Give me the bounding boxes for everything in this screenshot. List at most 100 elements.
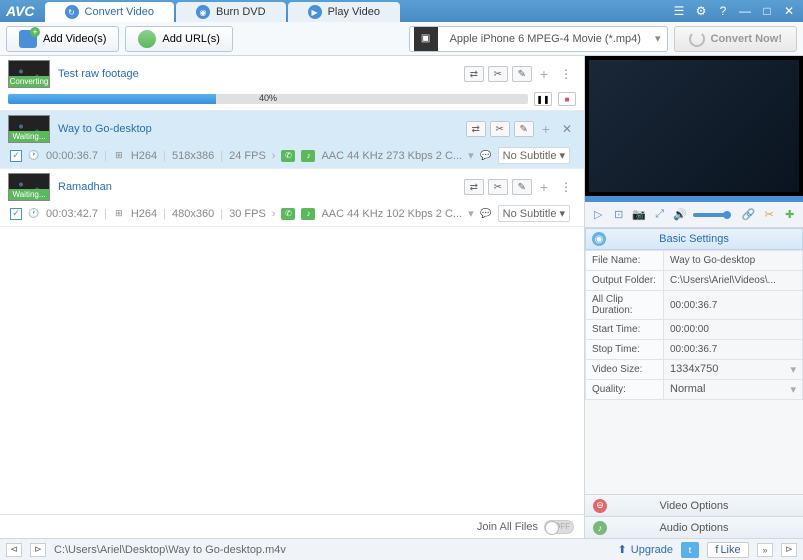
phone-icon: ✆	[281, 150, 295, 162]
main-tabs: ↻ Convert Video ◉ Burn DVD ▶ Play Video	[45, 0, 671, 22]
next-button[interactable]: ⊳	[30, 543, 46, 557]
cut-icon[interactable]: ✂	[488, 66, 508, 82]
expand-icon[interactable]: ⤢	[652, 207, 666, 223]
cut-icon[interactable]: ✂	[488, 179, 508, 195]
prev-button[interactable]: ⊲	[6, 543, 22, 557]
collapse-button[interactable]: »	[757, 543, 773, 557]
convert-now-button[interactable]: Convert Now!	[674, 26, 798, 52]
file-item[interactable]: Waiting... Ramadhan ⇄ ✂ ✎ + ⋮ ✓ 🕐 00:03:…	[0, 169, 584, 227]
wand-icon[interactable]: ✎	[512, 179, 532, 195]
window-controls: ☰ ⚙ ? — □ ✕	[671, 4, 797, 18]
add-video-icon	[19, 30, 37, 48]
facebook-like-button[interactable]: f Like	[707, 542, 749, 558]
label: File Name:	[586, 251, 664, 271]
wand-icon[interactable]: ✎	[514, 121, 534, 137]
pause-button[interactable]: ❚❚	[534, 92, 552, 106]
label: Audio Options	[659, 522, 728, 534]
resolution: 518x386	[172, 150, 214, 162]
twitter-button[interactable]: t	[681, 542, 699, 558]
button-label: Add URL(s)	[162, 33, 219, 45]
output-folder-input[interactable]	[670, 275, 796, 286]
swap-icon[interactable]: ⇄	[466, 121, 486, 137]
duration: 00:03:42.7	[46, 208, 98, 220]
resolution: 480x360	[172, 208, 214, 220]
swap-icon[interactable]: ⇄	[464, 66, 484, 82]
subtitle-selector[interactable]: No Subtitle ▾	[498, 205, 570, 222]
profile-label: Apple iPhone 6 MPEG-4 Movie (*.mp4)	[442, 33, 649, 45]
remove-icon[interactable]: ⋮	[556, 67, 576, 81]
tab-label: Convert Video	[85, 6, 155, 18]
file-item[interactable]: Waiting... Way to Go-desktop ⇄ ✂ ✎ + ✕ ✓…	[0, 111, 584, 169]
disc-icon: ◉	[196, 5, 210, 19]
basic-settings-header[interactable]: ◉ Basic Settings	[585, 228, 803, 250]
add-icon[interactable]: +	[536, 179, 552, 195]
phone-icon: ✆	[281, 208, 295, 220]
output-profile-selector[interactable]: ▣ Apple iPhone 6 MPEG-4 Movie (*.mp4) ▾	[409, 26, 668, 52]
tab-convert-video[interactable]: ↻ Convert Video	[45, 2, 175, 22]
play-icon: ▶	[308, 5, 322, 19]
label: Output Folder:	[586, 271, 664, 291]
tab-burn-dvd[interactable]: ◉ Burn DVD	[176, 2, 286, 22]
stop-button[interactable]: ⊡	[611, 207, 625, 223]
play-button[interactable]: ▷	[591, 207, 605, 223]
clock-icon: 🕐	[28, 150, 40, 162]
subtitle-selector[interactable]: No Subtitle ▾	[498, 147, 570, 164]
settings-table: File Name: Output Folder: All Clip Durat…	[585, 250, 803, 400]
add-videos-button[interactable]: Add Video(s)	[6, 26, 119, 52]
snapshot-icon[interactable]: 📷	[632, 207, 646, 223]
remove-icon[interactable]: ✕	[558, 122, 576, 136]
expand-button[interactable]: ⊳	[781, 543, 797, 557]
tab-play-video[interactable]: ▶ Play Video	[288, 2, 400, 22]
join-files-row: Join All Files OFF	[0, 514, 584, 538]
file-item[interactable]: Converting Test raw footage ⇄ ✂ ✎ + ⋮ 40…	[0, 56, 584, 111]
help-icon[interactable]: ?	[715, 4, 731, 18]
globe-icon: ◉	[592, 232, 606, 246]
quality-select[interactable]: Normal▾	[664, 380, 803, 400]
start-time-input[interactable]	[670, 324, 796, 335]
wand-icon[interactable]: ✎	[512, 66, 532, 82]
checkbox[interactable]: ✓	[10, 150, 22, 162]
duration: 00:00:36.7	[46, 150, 98, 162]
label: Quality:	[586, 380, 664, 400]
link-icon[interactable]: 🔗	[742, 207, 756, 223]
maximize-button[interactable]: □	[759, 4, 775, 18]
swap-icon[interactable]: ⇄	[464, 179, 484, 195]
progress-bar: 40%	[8, 94, 528, 104]
clip-duration: 00:00:36.7	[664, 291, 803, 320]
join-toggle[interactable]: OFF	[544, 520, 574, 534]
file-list-panel: Converting Test raw footage ⇄ ✂ ✎ + ⋮ 40…	[0, 56, 585, 538]
video-size-select[interactable]: 1334x750▾	[664, 360, 803, 380]
stop-time-input[interactable]	[670, 344, 796, 355]
volume-slider[interactable]	[693, 213, 729, 217]
label: Stop Time:	[586, 340, 664, 360]
subtitle-icon: 💬	[480, 150, 492, 162]
close-button[interactable]: ✕	[781, 4, 797, 18]
scissors-icon[interactable]: ✂	[762, 207, 776, 223]
checkbox[interactable]: ✓	[10, 208, 22, 220]
menu-icon[interactable]: ☰	[671, 4, 687, 18]
volume-icon[interactable]: 🔊	[673, 207, 687, 223]
cut-icon[interactable]: ✂	[490, 121, 510, 137]
add-icon[interactable]: +	[536, 66, 552, 82]
stop-button[interactable]: ■	[558, 92, 576, 106]
gear-icon[interactable]: ⚙	[693, 4, 709, 18]
audio-info: AAC 44 KHz 102 Kbps 2 C...	[321, 208, 462, 220]
crop-icon[interactable]: ✚	[782, 207, 796, 223]
thumbnail: Waiting...	[8, 173, 50, 201]
video-preview[interactable]	[585, 56, 803, 196]
add-icon[interactable]: +	[538, 121, 554, 137]
video-options-header[interactable]: ⊖ Video Options	[585, 494, 803, 516]
chevron-down-icon: ▾	[649, 32, 667, 45]
upgrade-link[interactable]: ⬆ Upgrade	[618, 543, 673, 556]
video-icon: ⊖	[593, 499, 607, 513]
audio-options-header[interactable]: ♪ Audio Options	[585, 516, 803, 538]
button-label: Add Video(s)	[43, 33, 106, 45]
remove-icon[interactable]: ⋮	[556, 180, 576, 194]
add-urls-button[interactable]: Add URL(s)	[125, 26, 232, 52]
player-controls: ▷ ⊡ 📷 ⤢ 🔊 🔗 ✂ ✚	[585, 202, 803, 228]
tab-label: Play Video	[328, 6, 380, 18]
minimize-button[interactable]: —	[737, 4, 753, 18]
filename-input[interactable]	[670, 255, 796, 266]
status-badge: Waiting...	[9, 189, 49, 200]
convert-icon: ↻	[65, 5, 79, 19]
